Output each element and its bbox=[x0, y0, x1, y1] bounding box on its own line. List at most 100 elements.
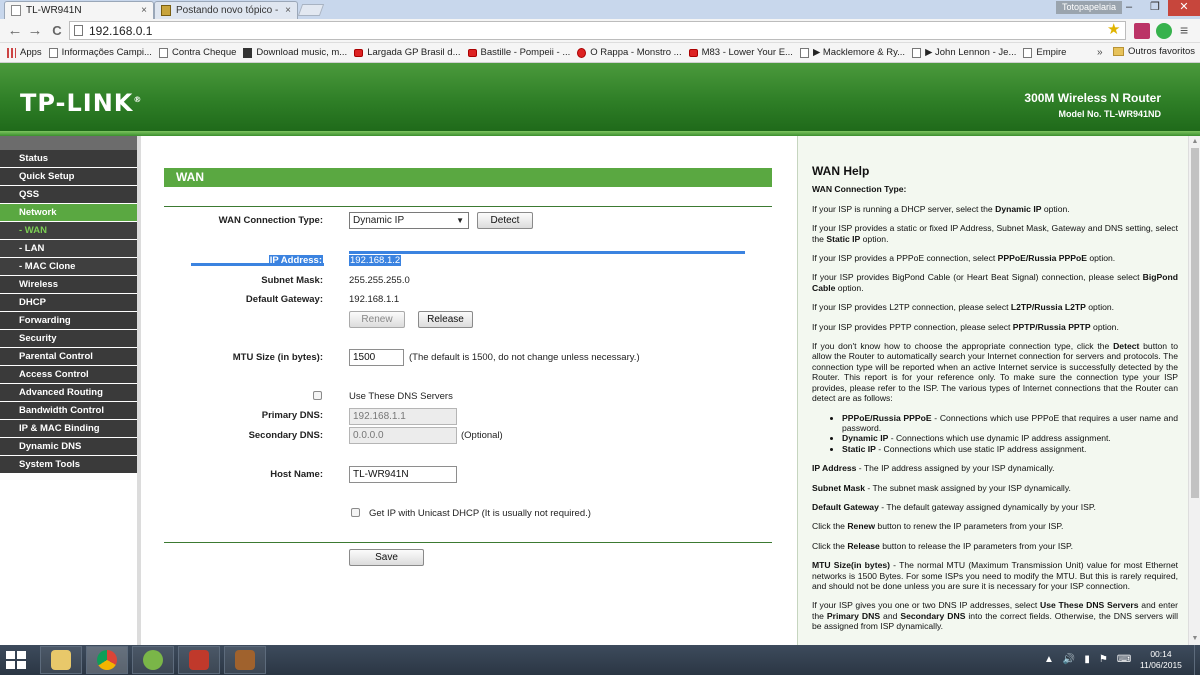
system-tray: ▲ 🔊 ▮ ⚑ ⌨ bbox=[1044, 654, 1131, 665]
logo-text: TP-LINK bbox=[20, 89, 134, 117]
tp-link-logo: TP-LINK® bbox=[20, 89, 142, 117]
bookmark-item[interactable]: Bastille - Pompeii - ... bbox=[467, 47, 571, 58]
browser-menu-icon[interactable]: ≡ bbox=[1180, 22, 1188, 38]
sidebar-item-security[interactable]: Security bbox=[0, 330, 137, 347]
bookmarks-overflow-button[interactable]: » bbox=[1097, 47, 1103, 58]
volume-icon[interactable]: 🔊 bbox=[1063, 654, 1075, 665]
release-button[interactable]: Release bbox=[418, 311, 473, 328]
taskbar-chrome[interactable] bbox=[86, 646, 128, 674]
bookmark-item[interactable]: ▶ John Lennon - Je... bbox=[912, 47, 1016, 58]
sidebar-item-forwarding[interactable]: Forwarding bbox=[0, 312, 137, 329]
folder-icon bbox=[1113, 47, 1124, 56]
help-paragraph: MTU Size(in bytes) - The normal MTU (Max… bbox=[812, 560, 1178, 591]
help-paragraph: If your ISP provides PPTP connection, pl… bbox=[812, 321, 1119, 332]
network-icon[interactable]: ▮ bbox=[1084, 654, 1090, 665]
bookmark-star-icon[interactable]: ★ bbox=[1107, 20, 1120, 38]
explorer-icon bbox=[51, 650, 71, 670]
bookmark-label: Bastille - Pompeii - ... bbox=[480, 47, 571, 58]
youtube-icon bbox=[467, 48, 477, 57]
sidebar-item-wan[interactable]: - WAN bbox=[0, 222, 137, 239]
sidebar-item-status[interactable]: Status bbox=[0, 150, 137, 167]
unicast-dhcp-checkbox[interactable] bbox=[351, 508, 360, 517]
default-gateway-value: 192.168.1.1 bbox=[349, 294, 400, 305]
primary-dns-label: Primary DNS: bbox=[261, 410, 323, 421]
tab-close-icon[interactable]: × bbox=[285, 5, 291, 16]
other-bookmarks-folder[interactable]: Outros favoritos bbox=[1113, 46, 1195, 57]
detect-button[interactable]: Detect bbox=[477, 212, 533, 229]
help-paragraph: If your ISP provides a PPPoE connection,… bbox=[812, 253, 1116, 264]
taskbar-utorrent[interactable] bbox=[132, 646, 174, 674]
forward-button[interactable]: → bbox=[26, 22, 44, 40]
browser-tab-strip: TL-WR941N × Postando novo tópico - T × T… bbox=[0, 0, 1200, 19]
bookmark-item[interactable]: ▶ Macklemore & Ry... bbox=[799, 47, 905, 58]
sidebar-item-quick-setup[interactable]: Quick Setup bbox=[0, 168, 137, 185]
host-name-input[interactable]: TL-WR941N bbox=[349, 466, 457, 483]
wan-connection-type-select[interactable]: Dynamic IP ▼ bbox=[349, 212, 469, 229]
tab-forum[interactable]: Postando novo tópico - T × bbox=[154, 1, 298, 19]
new-tab-button[interactable] bbox=[297, 4, 325, 16]
scrollbar-thumb[interactable] bbox=[1191, 148, 1199, 498]
bookmark-item[interactable]: Contra Cheque bbox=[158, 47, 236, 58]
help-paragraph: IP Address - The IP address assigned by … bbox=[812, 463, 1055, 474]
scroll-down-icon[interactable]: ▼ bbox=[1191, 635, 1199, 643]
sidebar-item-lan[interactable]: - LAN bbox=[0, 240, 137, 257]
sidebar-item-network[interactable]: Network bbox=[0, 204, 137, 221]
show-desktop-button[interactable] bbox=[1194, 645, 1200, 675]
clock[interactable]: 00:14 11/06/2015 bbox=[1140, 649, 1182, 671]
text-selection-highlight bbox=[349, 251, 745, 254]
profile-button[interactable]: Totopapelaria bbox=[1056, 1, 1123, 14]
renew-button[interactable]: Renew bbox=[349, 311, 405, 328]
taskbar-squirrel[interactable] bbox=[224, 646, 266, 674]
bookmark-item[interactable]: M83 - Lower Your E... bbox=[688, 47, 793, 58]
bookmark-item[interactable]: Empire bbox=[1023, 47, 1066, 58]
bookmark-item[interactable]: Informações Campi... bbox=[48, 47, 152, 58]
extension-icon[interactable] bbox=[1156, 23, 1172, 39]
sidebar-item-dynamic-dns[interactable]: Dynamic DNS bbox=[0, 438, 137, 455]
sidebar-item-access-control[interactable]: Access Control bbox=[0, 366, 137, 383]
tab-close-icon[interactable]: × bbox=[141, 5, 147, 16]
bookmark-apps[interactable]: Apps bbox=[7, 47, 42, 58]
tab-router[interactable]: TL-WR941N × bbox=[4, 1, 154, 19]
close-window-button[interactable]: ✕ bbox=[1168, 0, 1200, 16]
page-icon bbox=[158, 47, 168, 58]
windows-start-button[interactable] bbox=[6, 651, 26, 669]
help-paragraph: If your ISP provides a static or fixed I… bbox=[812, 223, 1178, 244]
sidebar-item-mac-clone[interactable]: - MAC Clone bbox=[0, 258, 137, 275]
taskbar-explorer[interactable] bbox=[40, 646, 82, 674]
sidebar-item-ip-mac-binding[interactable]: IP & MAC Binding bbox=[0, 420, 137, 437]
bookmark-label: Download music, m... bbox=[256, 47, 348, 58]
taskbar-game[interactable] bbox=[178, 646, 220, 674]
use-dns-servers-checkbox[interactable] bbox=[313, 391, 322, 400]
opera-icon bbox=[577, 47, 587, 58]
extension-icon[interactable] bbox=[1134, 23, 1150, 39]
sidebar-item-qss[interactable]: QSS bbox=[0, 186, 137, 203]
sidebar-item-wireless[interactable]: Wireless bbox=[0, 276, 137, 293]
bookmark-item[interactable]: Largada GP Brasil d... bbox=[354, 47, 461, 58]
sidebar-item-system-tools[interactable]: System Tools bbox=[0, 456, 137, 473]
bookmark-item[interactable]: O Rappa - Monstro ... bbox=[577, 47, 682, 58]
primary-dns-input[interactable]: 192.168.1.1 bbox=[349, 408, 457, 425]
sidebar-item-dhcp[interactable]: DHCP bbox=[0, 294, 137, 311]
help-scrollbar[interactable]: ▲ ▼ bbox=[1188, 136, 1200, 645]
scroll-up-icon[interactable]: ▲ bbox=[1191, 138, 1199, 146]
action-center-flag-icon[interactable]: ⚑ bbox=[1099, 654, 1108, 665]
reload-button[interactable]: C bbox=[48, 22, 66, 40]
tray-expand-icon[interactable]: ▲ bbox=[1044, 654, 1054, 665]
sidebar-item-parental-control[interactable]: Parental Control bbox=[0, 348, 137, 365]
sidebar-top-spacer bbox=[0, 136, 141, 150]
bookmark-item[interactable]: Download music, m... bbox=[243, 47, 347, 58]
keyboard-icon[interactable]: ⌨ bbox=[1117, 654, 1131, 665]
minimize-button[interactable]: – bbox=[1116, 0, 1142, 16]
divider bbox=[164, 542, 772, 543]
sidebar-item-advanced-routing[interactable]: Advanced Routing bbox=[0, 384, 137, 401]
sidebar-item-bandwidth-control[interactable]: Bandwidth Control bbox=[0, 402, 137, 419]
secondary-dns-input[interactable]: 0.0.0.0 bbox=[349, 427, 457, 444]
back-button[interactable]: ← bbox=[6, 22, 24, 40]
router-sidebar: Status Quick Setup QSS Network - WAN - LAN - M… bbox=[0, 136, 141, 645]
use-dns-servers-label: Use These DNS Servers bbox=[349, 391, 453, 402]
save-button[interactable]: Save bbox=[349, 549, 424, 566]
address-bar[interactable]: 192.168.0.1 bbox=[69, 21, 1126, 40]
mtu-size-input[interactable]: 1500 bbox=[349, 349, 404, 366]
help-paragraph: Click the Renew button to renew the IP p… bbox=[812, 521, 1064, 532]
maximize-button[interactable]: ❐ bbox=[1142, 0, 1168, 16]
